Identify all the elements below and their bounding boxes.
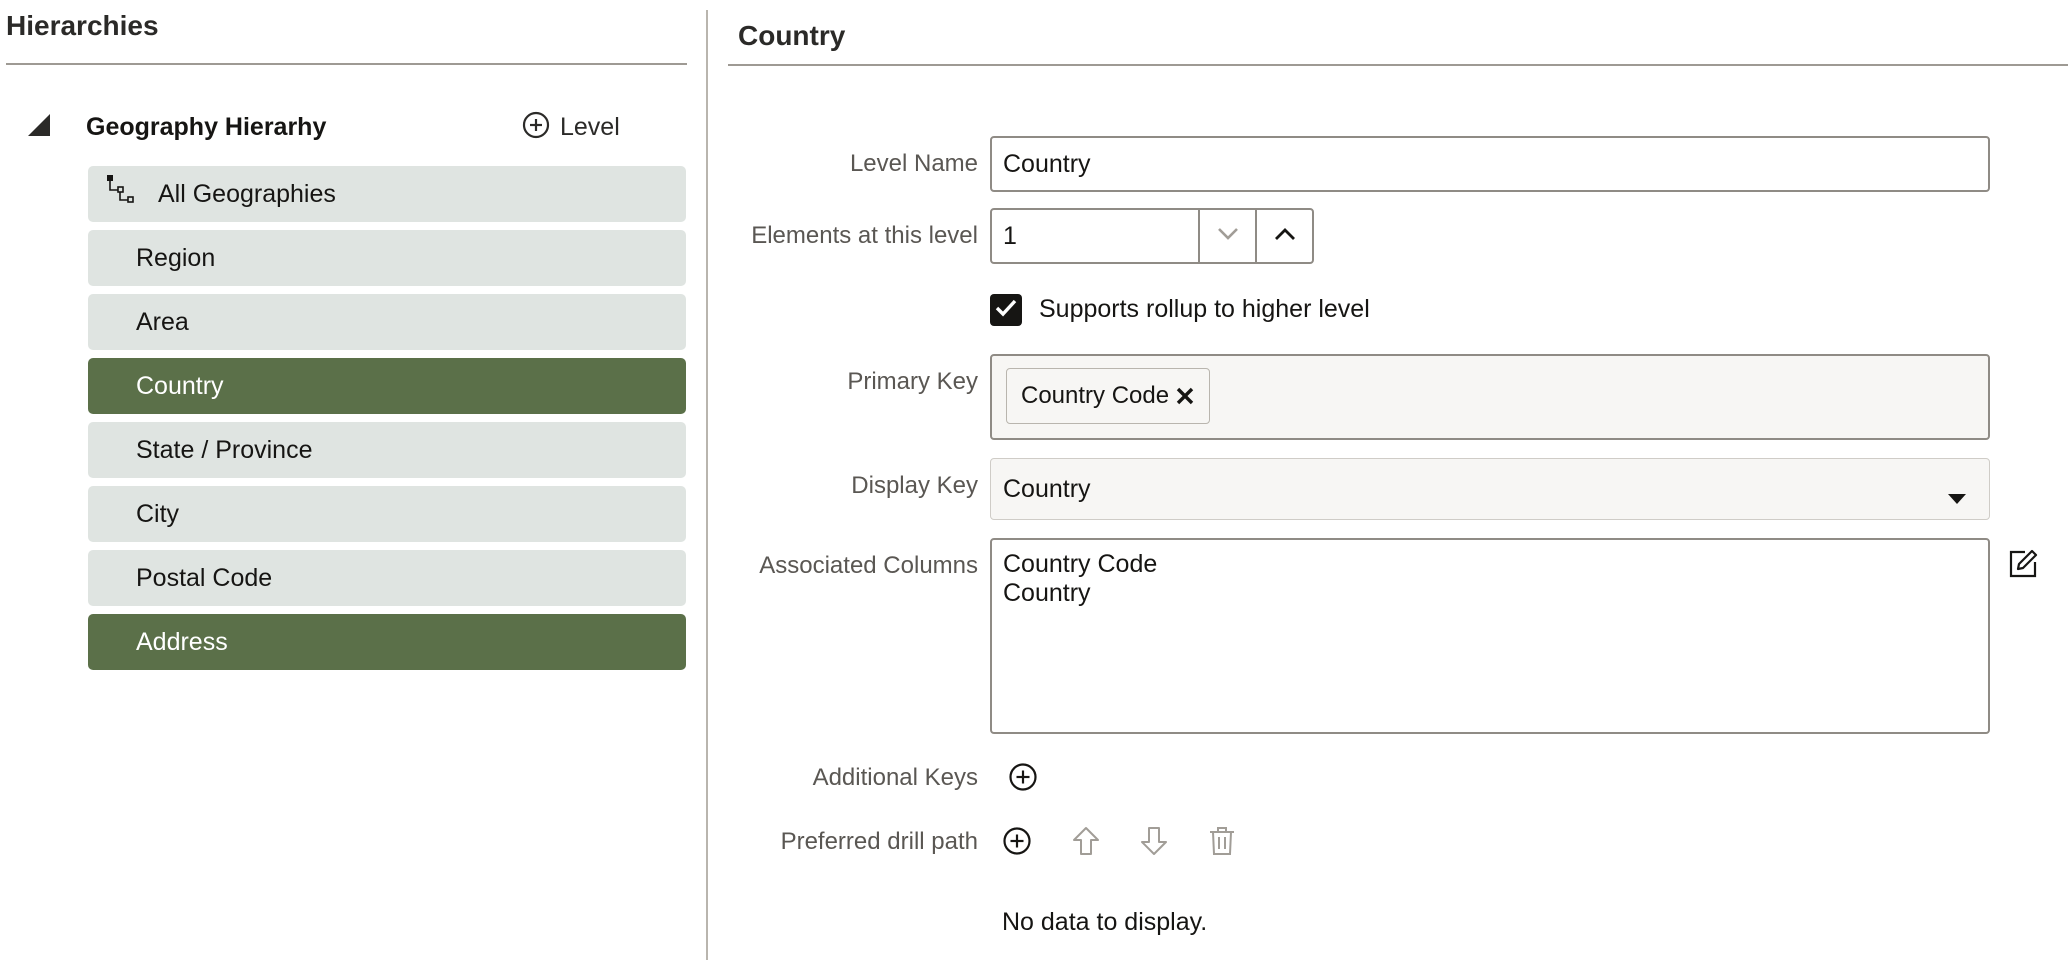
level-label: Country	[136, 371, 224, 400]
add-drill-path-button[interactable]	[1002, 826, 1032, 861]
arrow-down-icon	[1140, 827, 1168, 860]
hierarchies-panel: Hierarchies Geography Hierarhy Level All…	[0, 0, 706, 960]
levels-list: All Geographies Region Area Country Stat…	[88, 166, 686, 678]
expanded-triangle-icon[interactable]	[26, 112, 52, 138]
level-item-country[interactable]: Country	[88, 358, 686, 414]
primary-key-chip: Country Code	[1006, 368, 1211, 424]
rollup-checkbox[interactable]	[990, 294, 1022, 326]
hierarchies-title-divider	[6, 63, 687, 65]
level-item-state-province[interactable]: State / Province	[88, 422, 686, 478]
increment-button[interactable]	[1255, 210, 1312, 262]
primary-key-label: Primary Key	[847, 368, 978, 395]
level-detail-title-divider	[728, 64, 2068, 66]
level-label: Region	[136, 243, 216, 272]
rollup-label[interactable]: Supports rollup to higher level	[1039, 295, 1370, 324]
close-icon[interactable]	[1175, 386, 1195, 406]
level-name-input[interactable]	[990, 136, 1990, 192]
plus-circle-icon	[1002, 827, 1032, 860]
plus-circle-icon	[1008, 763, 1038, 796]
level-item-address[interactable]: Address	[88, 614, 686, 670]
decrement-button[interactable]	[1198, 210, 1255, 262]
add-key-button[interactable]	[1008, 762, 1038, 797]
elements-input[interactable]	[992, 210, 1198, 262]
level-label: All Geographies	[158, 179, 336, 208]
plus-circle-icon	[522, 111, 550, 144]
chevron-down-icon	[1217, 227, 1239, 246]
level-label: State / Province	[136, 435, 313, 464]
hierarchy-name: Geography Hierarhy	[86, 113, 327, 141]
associated-column-item: Country Code	[1003, 550, 1158, 578]
trash-icon	[1208, 827, 1236, 860]
caret-down-icon	[1947, 483, 1967, 512]
no-data-message: No data to display.	[1002, 908, 1208, 936]
display-key-select[interactable]: Country	[990, 458, 1990, 520]
elements-stepper	[990, 208, 1314, 264]
drill-path-label: Preferred drill path	[780, 828, 978, 855]
edit-icon[interactable]	[2008, 549, 2038, 584]
display-key-value: Country	[1003, 474, 1091, 503]
elements-label: Elements at this level	[751, 222, 978, 249]
level-item-region[interactable]: Region	[88, 230, 686, 286]
panel-divider[interactable]	[706, 10, 708, 960]
display-key-label: Display Key	[851, 472, 978, 499]
level-item-area[interactable]: Area	[88, 294, 686, 350]
level-name-label: Level Name	[849, 150, 978, 177]
level-label: Address	[136, 627, 228, 656]
level-label: Area	[136, 307, 189, 336]
chevron-up-icon	[1274, 227, 1296, 246]
move-up-button[interactable]	[1072, 826, 1100, 861]
add-level-button[interactable]: Level	[522, 110, 620, 144]
move-down-button[interactable]	[1140, 826, 1168, 861]
chip-label: Country Code	[1021, 382, 1170, 409]
level-label: City	[136, 499, 180, 528]
delete-drill-path-button[interactable]	[1208, 826, 1236, 861]
level-detail-title: Country	[738, 20, 846, 51]
hierarchy-tree-icon	[106, 174, 140, 215]
check-icon	[994, 298, 1018, 323]
associated-columns-label: Associated Columns	[759, 552, 978, 579]
add-level-label: Level	[560, 112, 620, 141]
additional-keys-label: Additional Keys	[812, 764, 978, 791]
level-item-all-geographies[interactable]: All Geographies	[88, 166, 686, 222]
level-item-postal-code[interactable]: Postal Code	[88, 550, 686, 606]
level-label: Postal Code	[136, 563, 273, 592]
associated-column-item: Country	[1003, 579, 1091, 607]
associated-columns-field[interactable]: Country Code Country	[990, 538, 1990, 734]
arrow-up-icon	[1072, 827, 1100, 860]
primary-key-input[interactable]: Country Code	[990, 354, 1990, 440]
hierarchies-title: Hierarchies	[6, 10, 159, 41]
level-item-city[interactable]: City	[88, 486, 686, 542]
